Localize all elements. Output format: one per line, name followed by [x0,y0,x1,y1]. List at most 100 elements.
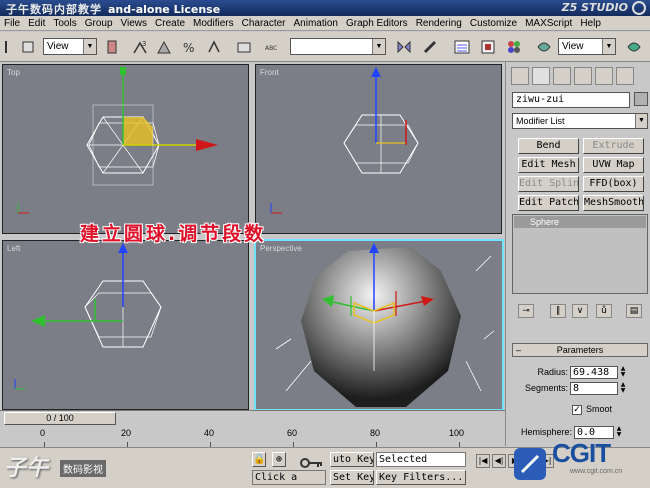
render-scene-icon[interactable] [536,39,552,55]
key-mode-dropdown[interactable]: Selected [376,452,466,467]
set-key-button[interactable]: Set Key [330,470,374,485]
show-end-result-icon[interactable]: ∥ [550,304,566,318]
menu-file[interactable]: File [4,18,20,29]
viewport-front[interactable]: Front [255,64,502,234]
modifier-stack[interactable]: Sphere [512,214,648,294]
configure-modifier-sets-icon[interactable]: ▤ [626,304,642,318]
menu-maxscript[interactable]: MAXScript [525,18,572,29]
tick-label: 20 [121,428,132,438]
select-icon[interactable] [20,39,36,55]
remove-modifier-icon[interactable]: ů [596,304,612,318]
viewport-left[interactable]: Left [2,240,249,410]
view-dropdown[interactable]: View [43,38,97,55]
stack-item-sphere[interactable]: Sphere [514,216,646,228]
modifier-button-extrude[interactable]: Extrude [583,138,644,154]
menu-customize[interactable]: Customize [470,18,517,29]
material-editor-icon[interactable] [506,39,522,55]
modifier-button-edit-spline[interactable]: Edit Spline [518,176,579,192]
segments-spinner[interactable]: ▲ ▼ [619,382,627,395]
title-bar: 子午数码内部教学 and-alone License Z5 STUDIO [0,0,650,16]
edit-named-selection-icon[interactable]: ABC [264,39,280,55]
menu-create[interactable]: Create [155,18,185,29]
named-selection-icon[interactable] [236,39,252,55]
menu-bar: File Edit Tools Group Views Create Modif… [0,16,650,31]
snap-3d-icon[interactable]: 3 [132,39,148,55]
pin-stack-icon[interactable]: ⊸ [518,304,534,318]
window-title: 子午数码内部教学 and-alone License [6,1,220,17]
undo-icon[interactable] [3,39,19,55]
viewport-perspective[interactable]: Perspective [254,239,504,411]
display-tab-icon[interactable] [595,67,613,85]
menu-help[interactable]: Help [580,18,601,29]
modifier-list-dropdown[interactable]: Modifier List [512,113,648,129]
stack-toolbar: ⊸ ∥ ∨ ů ▤ [512,302,648,320]
menu-modifiers[interactable]: Modifiers [193,18,234,29]
modifier-button-edit-mesh[interactable]: Edit Mesh [518,157,579,173]
menu-animation[interactable]: Animation [294,18,338,29]
parameters-rollout-header[interactable]: – Parameters [512,343,648,357]
align-icon[interactable] [422,39,438,55]
ziwu-logo: 子午 [4,456,49,481]
auto-key-button[interactable]: uto Key [330,452,374,467]
segments-field[interactable]: 8 [570,382,618,395]
render-type-dropdown[interactable]: View [558,38,616,55]
add-key-icon[interactable]: ⊕ [272,452,286,467]
object-color-swatch[interactable] [634,92,648,106]
percent-snap-icon[interactable]: % [181,39,197,55]
track-view-icon[interactable] [454,39,470,55]
menu-views[interactable]: Views [121,18,148,29]
smooth-checkbox[interactable]: ✓ [572,405,582,415]
ziwu-logo-subtitle: 数码影视 [60,460,106,477]
create-tab-icon[interactable] [511,67,529,85]
schematic-view-icon[interactable] [480,39,496,55]
svg-text:%: % [183,41,194,55]
smooth-label: Smoot [586,404,613,414]
utilities-tab-icon[interactable] [616,67,634,85]
segments-label: Segments: [524,383,568,393]
key-filters-button[interactable]: Key Filters... [376,470,466,485]
tick-label: 80 [370,428,381,438]
menu-rendering[interactable]: Rendering [416,18,462,29]
time-slider-knob[interactable]: 0 / 100 [4,412,116,425]
angle-snap-icon[interactable] [156,39,172,55]
radius-field[interactable]: 69.438 [570,366,618,379]
viewport-top[interactable]: Top [2,64,249,234]
quick-render-icon[interactable] [626,39,642,55]
modify-tab-icon[interactable] [532,67,550,85]
named-selection-dropdown[interactable] [290,38,386,55]
modifier-button-meshsmooth[interactable]: MeshSmooth [583,195,644,211]
object-name-field[interactable]: ziwu-zui [512,92,630,108]
tick-label: 0 [40,428,46,438]
modifier-button-uvw-map[interactable]: UVW Map [583,157,644,173]
menu-graph-editors[interactable]: Graph Editors [346,18,408,29]
menu-tools[interactable]: Tools [53,18,76,29]
radius-spinner[interactable]: ▲ ▼ [619,366,627,379]
spinner-snap-icon[interactable] [206,39,222,55]
hierarchy-tab-icon[interactable] [553,67,571,85]
key-icon[interactable] [300,456,324,470]
motion-tab-icon[interactable] [574,67,592,85]
parameters-title: Parameters [556,345,604,355]
lock-selection-icon[interactable]: 🔒 [252,452,266,467]
modifier-button-bend[interactable]: Bend [518,138,579,154]
studio-logo-icon [632,1,646,15]
mirror-icon[interactable] [396,39,412,55]
pivot-icon[interactable] [104,39,120,55]
track-bar[interactable]: 0 20 40 60 80 100 [0,427,505,447]
tick-label: 100 [449,428,465,438]
previous-frame-icon[interactable]: ◀| [492,454,506,468]
menu-edit[interactable]: Edit [28,18,45,29]
menu-group[interactable]: Group [85,18,113,29]
front-viewport-sphere [270,67,419,214]
cgit-logo: CGIT www.cgit.com.cn [510,436,650,488]
time-slider[interactable]: 0 / 100 [0,410,505,426]
prompt-line: Click a [252,470,326,485]
brand-watermark-left: 子午数码内部教学 [6,3,102,16]
menu-character[interactable]: Character [242,18,286,29]
brand-watermark-right: Z5 STUDIO [561,1,628,14]
status-bar: 子午 数码影视 🔒 ⊕ uto Key Selected Set Key Key… [0,438,650,488]
go-to-start-icon[interactable]: |◀ [476,454,490,468]
make-unique-icon[interactable]: ∨ [572,304,588,318]
modifier-button-edit-patch[interactable]: Edit Patch [518,195,579,211]
modifier-button-ffd-box[interactable]: FFD(box) [583,176,644,192]
